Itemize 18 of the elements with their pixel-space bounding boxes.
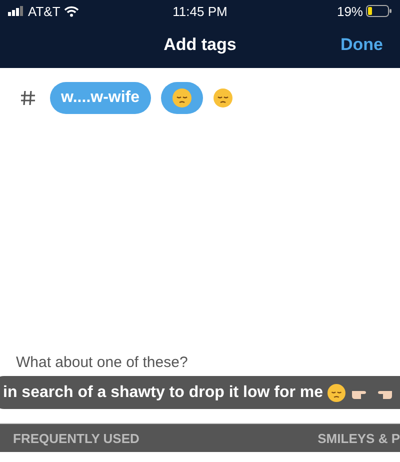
screen-title: Add tags	[164, 35, 236, 55]
suggestions-heading: What about one of these?	[15, 353, 189, 373]
emoji-category-label[interactable]: SMILEYS & P	[318, 430, 400, 446]
pensive-face-icon	[327, 382, 346, 402]
tag-chip[interactable]	[160, 82, 203, 114]
pensive-face-icon	[172, 88, 192, 108]
hashtag-icon	[20, 90, 36, 106]
battery-icon	[366, 5, 392, 17]
wifi-icon	[64, 6, 80, 16]
suggested-tag[interactable]: in search of a shawty to drop it low for me	[0, 376, 400, 409]
clock-time: 11:45 PM	[172, 4, 228, 18]
done-button[interactable]: Done	[340, 35, 383, 55]
carrier-name: AT&T	[28, 4, 60, 18]
pensive-face-icon	[212, 88, 233, 108]
emoji-category-label[interactable]: FREQUENTLY USED	[13, 430, 140, 446]
signal-icon	[8, 6, 24, 16]
tag-chip[interactable]: w....w-wife	[50, 82, 151, 114]
battery-percentage: 19%	[336, 4, 363, 18]
